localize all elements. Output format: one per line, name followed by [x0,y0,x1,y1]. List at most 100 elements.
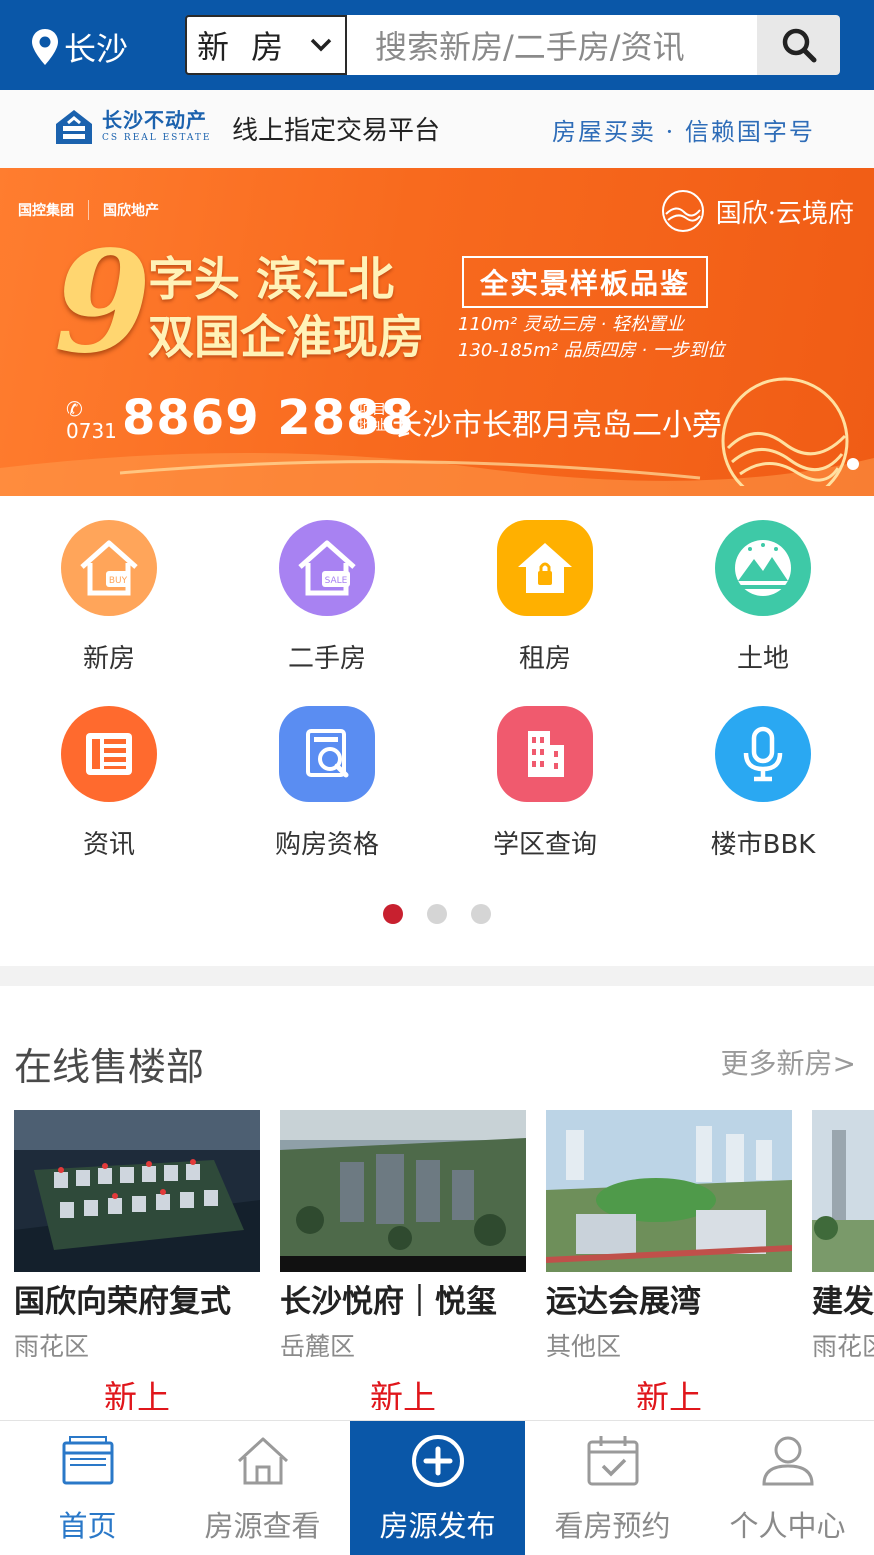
category-land[interactable]: 土地 [654,520,872,690]
property-image [14,1110,260,1272]
land-mountain-icon [715,520,811,616]
chevron-down-icon [310,38,332,52]
online-sales-list: 国欣向荣府复式 雨花区 新上 长沙悦府｜悦玺 岳麓区 新上 运达会展湾 其他区 … [0,1110,874,1410]
page-dot-3[interactable] [471,904,491,924]
banner-area-code: 0731 [66,419,117,443]
search-type-select[interactable]: 新 房 [185,15,347,75]
property-image [546,1110,792,1272]
banner-developer-logos: 国控集团 国欣地产 [18,200,173,220]
online-sales-title: 在线售楼部 [14,1045,205,1089]
category-label: 资讯 [82,830,135,860]
property-image [280,1110,526,1272]
property-district: 雨花区 [14,1332,90,1361]
school-building-icon [497,706,593,802]
category-news[interactable]: 资讯 [0,706,218,876]
property-name: 建发 [812,1284,874,1320]
property-card[interactable]: 长沙悦府｜悦玺 岳麓区 新上 [280,1110,526,1410]
category-label: 购房资格 [274,830,379,860]
banner-group1: 国控集团 [18,200,89,220]
property-district: 岳麓区 [280,1332,356,1361]
category-label: 学区查询 [492,830,597,860]
search-placeholder: 搜索新房/二手房/资讯 [375,28,685,66]
nav-label: 个人中心 [729,1509,846,1543]
nav-home[interactable]: 首页 [0,1421,175,1555]
online-sales-header: 在线售楼部 更多新房> [0,1032,874,1092]
property-name: 长沙悦府｜悦玺 [280,1284,497,1320]
property-card[interactable]: 国欣向荣府复式 雨花区 新上 [14,1110,260,1410]
banner-phone-prefix: ✆ 0731 [66,398,117,442]
svg-text:SALE: SALE [325,576,348,586]
section-divider [0,966,874,986]
nav-label: 首页 [58,1509,117,1543]
nav-listings[interactable]: 房源查看 [175,1421,350,1555]
promo-banner[interactable]: 国控集团 国欣地产 国欣·云境府 9 字头 滨江北 双国企准现房 全实景样板品鉴… [0,168,874,496]
page-dot-2[interactable] [427,904,447,924]
house-outline-icon [237,1437,288,1485]
category-grid: BUY 新房 SALE 二手房 租房 土地 资讯 购房资格 学区查询 楼市BBK [0,496,874,966]
house-buy-icon: BUY [61,520,157,616]
logo-cn-text: 长沙不动产 [102,107,207,132]
city-selector[interactable]: 长沙 [30,24,128,70]
banner-headline-line1: 字头 滨江北 [148,252,395,306]
category-pagination [0,904,874,924]
real-estate-logo-icon [56,110,92,144]
category-school-district[interactable]: 学区查询 [436,706,654,876]
banner-spec1: 110m² 灵动三房 · 轻松置业 [458,314,684,335]
qualification-search-icon [279,706,375,802]
category-label: 楼市BBK [710,830,816,860]
search-input[interactable]: 搜索新房/二手房/资讯 [347,15,757,75]
category-label: 租房 [518,644,571,674]
category-qualification[interactable]: 购房资格 [218,706,436,876]
category-label: 新房 [82,644,135,674]
property-name: 运达会展湾 [546,1284,701,1320]
house-sale-icon: SALE [279,520,375,616]
search-button[interactable] [757,15,840,75]
more-new-houses-link[interactable]: 更多新房> [721,1042,856,1082]
nav-publish[interactable]: 房源发布 [350,1421,525,1555]
svg-text:BUY: BUY [109,576,128,586]
banner-spec2: 130-185m² 品质四房 · 一步到位 [458,340,725,361]
real-estate-logo: 长沙不动产 CS REAL ESTATE [54,106,211,146]
banner-pagination-dot[interactable] [847,458,859,470]
category-new-house[interactable]: BUY 新房 [0,520,218,690]
location-pin-icon [32,29,58,65]
category-rent[interactable]: 租房 [436,520,654,690]
banner-brand: 国欣·云境府 [660,188,854,234]
platform-strip: 长沙不动产 CS REAL ESTATE 线上指定交易平台 房屋买卖 · 信赖国… [0,90,874,168]
property-name: 国欣向荣府复式 [14,1284,231,1320]
nav-label: 房源发布 [379,1509,496,1543]
banner-emblem-icon [721,377,849,486]
plus-circle-icon [411,1435,464,1487]
property-district: 其他区 [546,1332,622,1361]
category-label: 二手房 [287,644,366,674]
banner-brand-name: 国欣·云境府 [715,198,854,229]
city-name: 长沙 [64,30,129,68]
property-card[interactable]: 建发 雨花区 新上 [812,1110,874,1410]
home-window-icon [62,1436,113,1485]
top-header: 长沙 新 房 搜索新房/二手房/资讯 [0,0,874,90]
category-second-hand[interactable]: SALE 二手房 [218,520,436,690]
page-dot-1[interactable] [383,904,403,924]
nav-appointment[interactable]: 看房预约 [525,1421,700,1555]
banner-group2: 国欣地产 [103,203,159,219]
property-tag: 新上 [370,1378,436,1410]
banner-specs: 110m² 灵动三房 · 轻松置业 130-185m² 品质四房 · 一步到位 [458,312,725,364]
phone-icon: ✆ [66,397,83,421]
bottom-navigation: 首页 房源查看 房源发布 看房预约 个人中心 [0,1420,874,1555]
nav-label: 房源查看 [204,1509,321,1543]
banner-big-number: 9 [54,221,152,385]
property-tag: 新上 [636,1378,702,1410]
property-district: 雨花区 [812,1332,874,1361]
banner-headline: 字头 滨江北 双国企准现房 [148,250,424,366]
property-card[interactable]: 运达会展湾 其他区 新上 [546,1110,792,1410]
nav-label: 看房预约 [554,1509,671,1543]
banner-tag: 全实景样板品鉴 [462,256,709,308]
property-tag: 新上 [812,1371,874,1410]
calendar-check-icon [587,1436,638,1486]
search-icon [782,28,816,63]
microphone-icon [715,706,811,802]
category-bbk[interactable]: 楼市BBK [654,706,872,876]
nav-profile[interactable]: 个人中心 [700,1421,874,1555]
platform-slogan: 房屋买卖 · 信赖国字号 [552,118,815,146]
user-icon [761,1436,814,1486]
